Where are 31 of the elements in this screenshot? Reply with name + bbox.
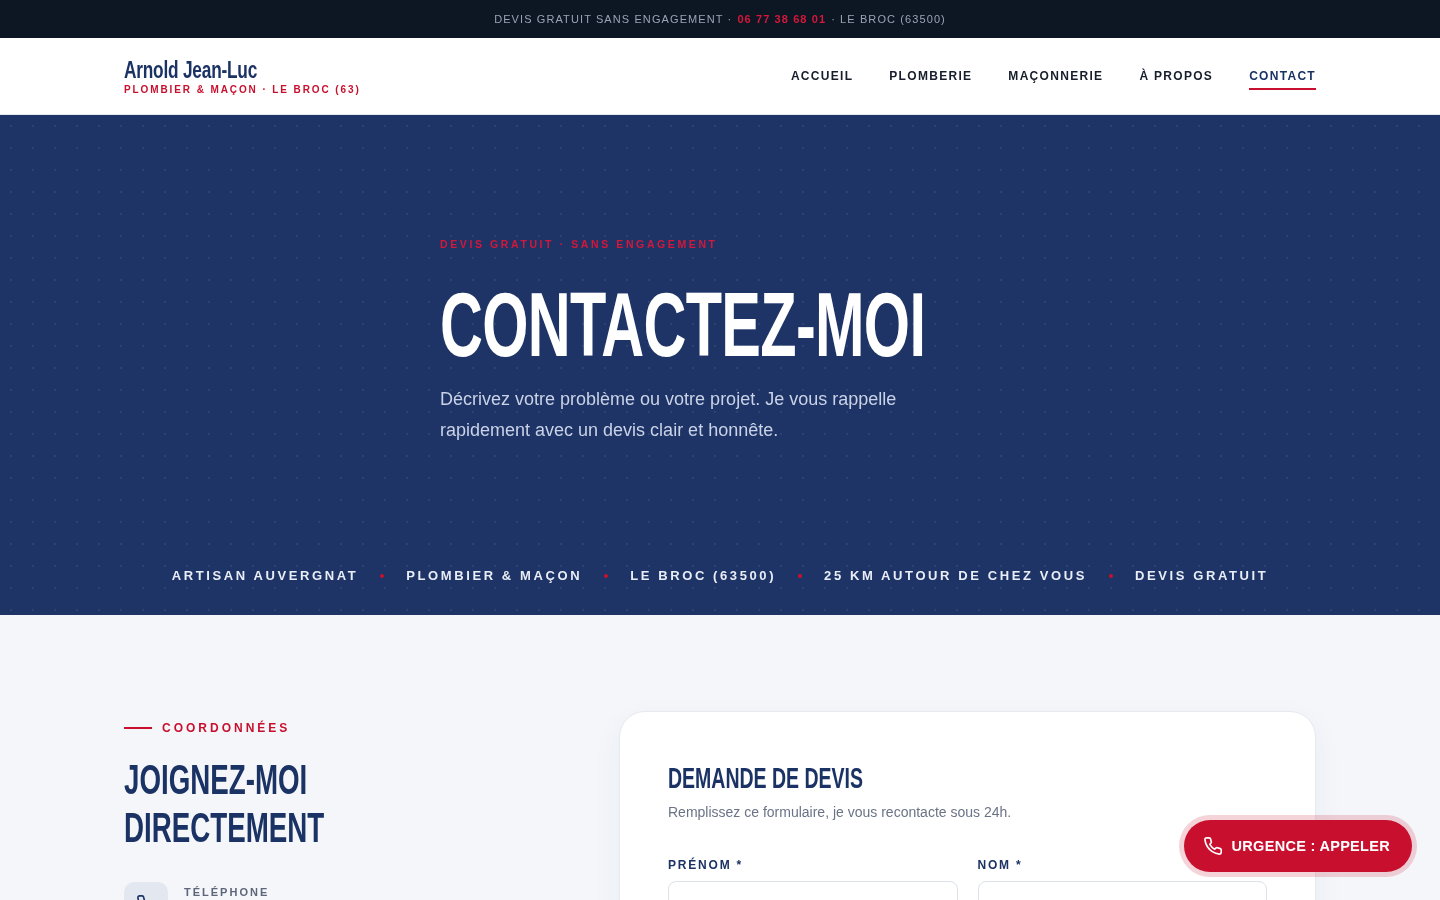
nav-link[interactable]: MAÇONNERIE bbox=[1008, 62, 1104, 90]
nav-link[interactable]: ACCUEIL bbox=[790, 62, 854, 90]
nav-link[interactable]: À PROPOS bbox=[1139, 62, 1214, 90]
highlight-text: DEVIS GRATUIT bbox=[1135, 567, 1269, 585]
highlight-text: PLOMBIER & MAÇON bbox=[406, 567, 583, 585]
emergency-call-button[interactable]: URGENCE : APPELER bbox=[1183, 820, 1412, 872]
highlight-text: ARTISAN AUVERGNAT bbox=[171, 567, 359, 585]
form-subtitle: Remplissez ce formulaire, je vous recontacte sous 24h. bbox=[668, 803, 1012, 822]
phone-link[interactable]: 06 77 38 68 01 bbox=[737, 13, 827, 25]
form-title: DEMANDE DE DEVIS bbox=[668, 761, 864, 794]
hero-eyebrow: DEVIS GRATUIT · SANS ENGAGEMENT bbox=[440, 237, 718, 252]
location-text: · LE BROC (63500) bbox=[831, 13, 946, 25]
nav-link[interactable]: PLOMBERIE bbox=[889, 62, 973, 90]
highlight-text: 25 KM AUTOUR DE CHEZ VOUS bbox=[824, 567, 1087, 585]
dot-icon bbox=[1109, 574, 1113, 578]
dot-icon bbox=[798, 574, 803, 578]
hero-description: Décrivez votre problème ou votre projet. Je vous rappelle rapidement avec un devis clair et honnête. bbox=[440, 388, 898, 442]
nav-link[interactable]: CONTACT bbox=[1249, 62, 1316, 90]
brand-name[interactable]: Arnold Jean-Luc bbox=[124, 57, 258, 83]
section-title: JOIGNEZ-MOI DIRECTEMENT bbox=[124, 756, 326, 852]
highlight-text: LE BROC (63500) bbox=[630, 567, 777, 585]
phone-icon bbox=[1203, 837, 1222, 855]
brand-tagline: PLOMBIER & MAÇON · LE BROC (63) bbox=[124, 83, 361, 97]
section-eyebrow: COORDONNÉES bbox=[162, 720, 291, 736]
dot-icon bbox=[380, 574, 385, 578]
hero-title: CONTACTEZ-MOI bbox=[440, 280, 926, 370]
field-label: NOM * bbox=[977, 857, 1023, 873]
contact-label: TÉLÉPHONE bbox=[184, 885, 270, 900]
field-label: PRÉNOM * bbox=[668, 857, 744, 873]
dot-icon bbox=[604, 574, 609, 578]
offer-text: DEVIS GRATUIT SANS ENGAGEMENT · bbox=[494, 13, 733, 25]
